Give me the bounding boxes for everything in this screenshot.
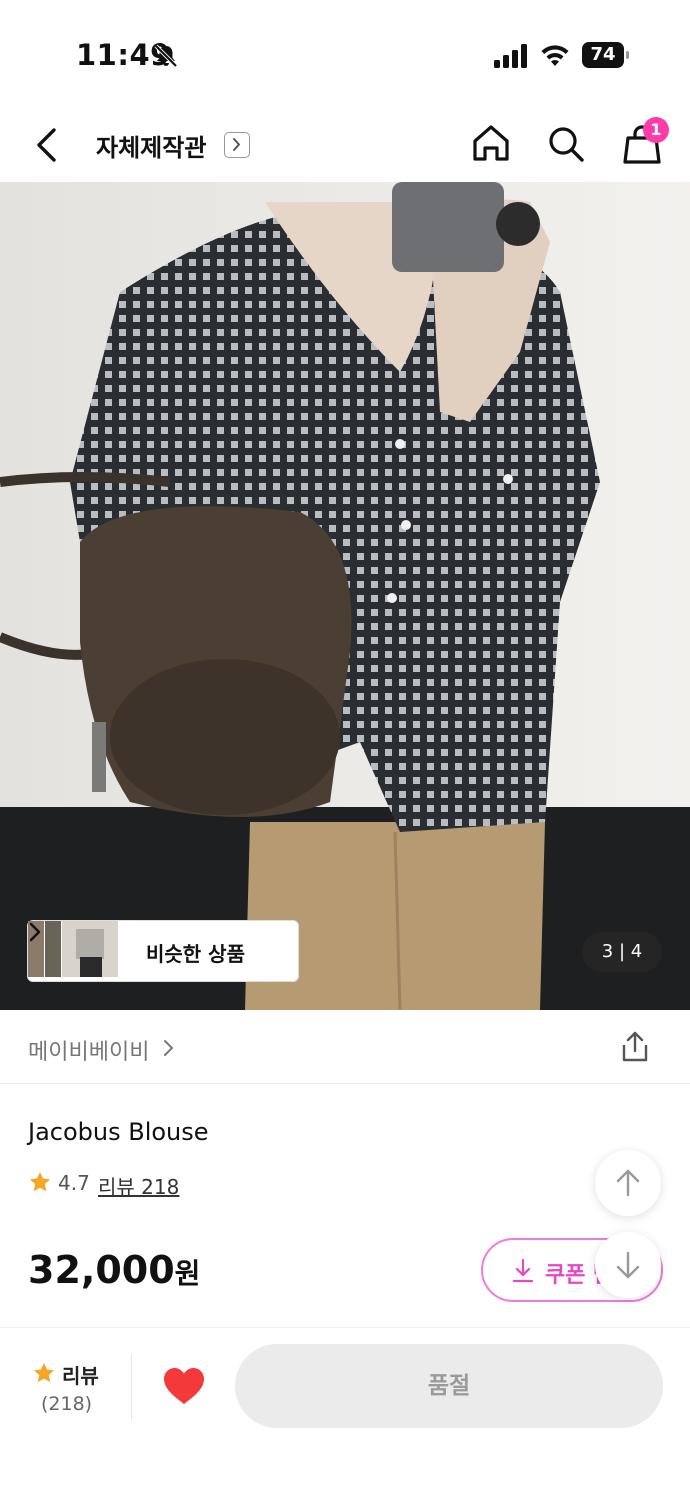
bottom-review-label: 리뷰 [62,1364,99,1388]
price: 32,000원 [28,1248,200,1292]
product-photo [0,182,690,1010]
arrow-up-icon [616,1169,640,1197]
price-amount: 32,000 [28,1248,175,1292]
divider [131,1354,132,1420]
bottom-action-bar: 리뷰 (218) 품절 [0,1327,690,1500]
scroll-to-top-button[interactable] [595,1150,661,1216]
review-count-link[interactable]: 리뷰 218 [98,1171,179,1200]
heart-icon[interactable] [162,1366,206,1406]
cellular-signal-icon [494,44,527,68]
download-icon [512,1258,534,1283]
arrow-down-icon [616,1251,640,1279]
star-icon [34,1363,54,1383]
top-navigation: 자체제작관 1 [0,110,690,182]
brand-name-link[interactable]: 메이비베이비 [28,1034,149,1066]
home-icon[interactable] [470,122,512,164]
rating-value: 4.7 [58,1171,90,1195]
image-pager: 3 | 4 [582,932,662,972]
chevron-right-icon [29,922,41,942]
similar-products-button[interactable]: 비슷한 상품 [27,920,299,982]
search-icon[interactable] [546,124,586,164]
similar-products-label: 비슷한 상품 [146,942,245,966]
chevron-right-icon [233,138,240,151]
battery-level: 74 [590,44,616,65]
cart-count-badge: 1 [643,117,669,143]
store-title[interactable]: 자체제작관 [96,128,206,163]
product-image-carousel[interactable]: 비슷한 상품 3 | 4 [0,182,690,1010]
status-bar: 11:49 74 [0,0,690,110]
scroll-to-bottom-button[interactable] [595,1232,661,1298]
bottom-review-count: (218) [41,1393,93,1415]
bell-muted-icon [154,44,178,68]
chevron-right-icon[interactable] [162,1038,176,1058]
store-chevron-button[interactable] [224,132,250,158]
back-arrow-icon[interactable] [30,124,66,166]
star-icon [30,1172,50,1192]
share-icon[interactable] [618,1030,652,1064]
price-unit: 원 [174,1257,201,1290]
wifi-icon [541,45,569,66]
brand-row: 메이비베이비 [0,1010,690,1084]
battery-indicator: 74 [582,42,630,68]
product-name: Jacobus Blouse [28,1118,209,1146]
sold-out-button[interactable]: 품절 [235,1344,663,1428]
